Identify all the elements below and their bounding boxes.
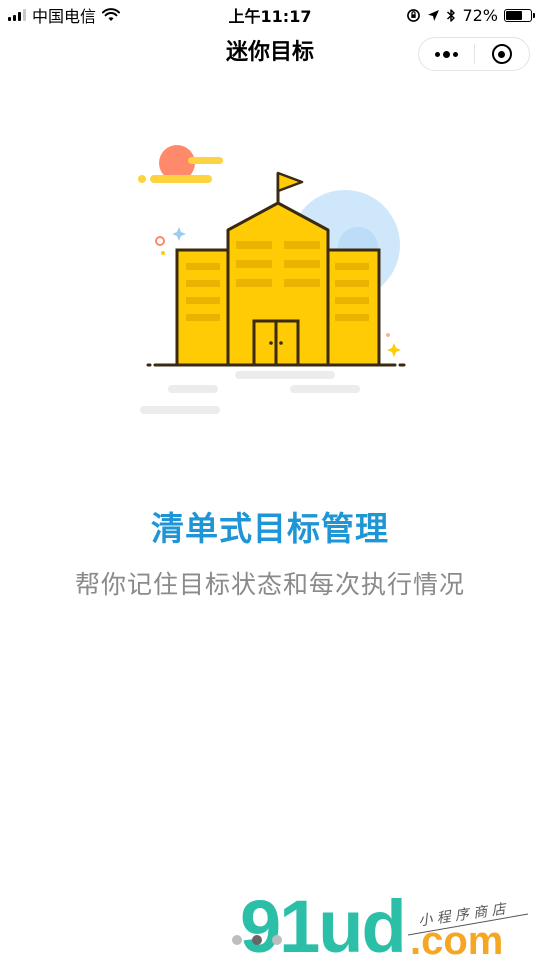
page-dot[interactable]: [232, 935, 242, 945]
orientation-lock-icon: [407, 8, 421, 22]
status-left: 中国电信: [0, 3, 121, 27]
school-building-illustration: [138, 145, 406, 414]
watermark-logo: 91ud .com 小 程 序 商 店: [240, 885, 529, 960]
page-dot[interactable]: [272, 935, 282, 945]
bluetooth-icon: [447, 8, 456, 22]
status-right: 72%: [406, 6, 540, 25]
wifi-icon: [102, 8, 121, 21]
battery-fill: [506, 10, 522, 20]
more-dots-icon: [434, 50, 458, 58]
status-bar: 中国电信 上午11:17 72%: [0, 0, 540, 30]
onboarding-description: 帮你记住目标状态和每次执行情况: [74, 570, 465, 599]
signal-icon: [8, 9, 26, 21]
onboarding-headline: 清单式目标管理: [151, 509, 389, 548]
target-icon: [491, 44, 512, 64]
location-icon: [428, 9, 440, 21]
battery-icon: [504, 8, 535, 22]
close-mini-program-button[interactable]: [475, 38, 530, 70]
carrier-label: 中国电信: [32, 7, 97, 26]
nav-bar: 迷你目标: [0, 30, 540, 76]
app-screen: 中国电信 上午11:17 72% 迷你目标 清单式目标管理 帮你记住目标状态和每…: [0, 0, 540, 960]
battery-percent: 72%: [462, 5, 498, 25]
svg-text:91ud: 91ud: [240, 885, 405, 960]
page-indicator: [232, 935, 282, 945]
more-button[interactable]: [419, 38, 474, 70]
mini-program-capsule: [418, 37, 530, 71]
page-dot[interactable]: [252, 935, 262, 945]
